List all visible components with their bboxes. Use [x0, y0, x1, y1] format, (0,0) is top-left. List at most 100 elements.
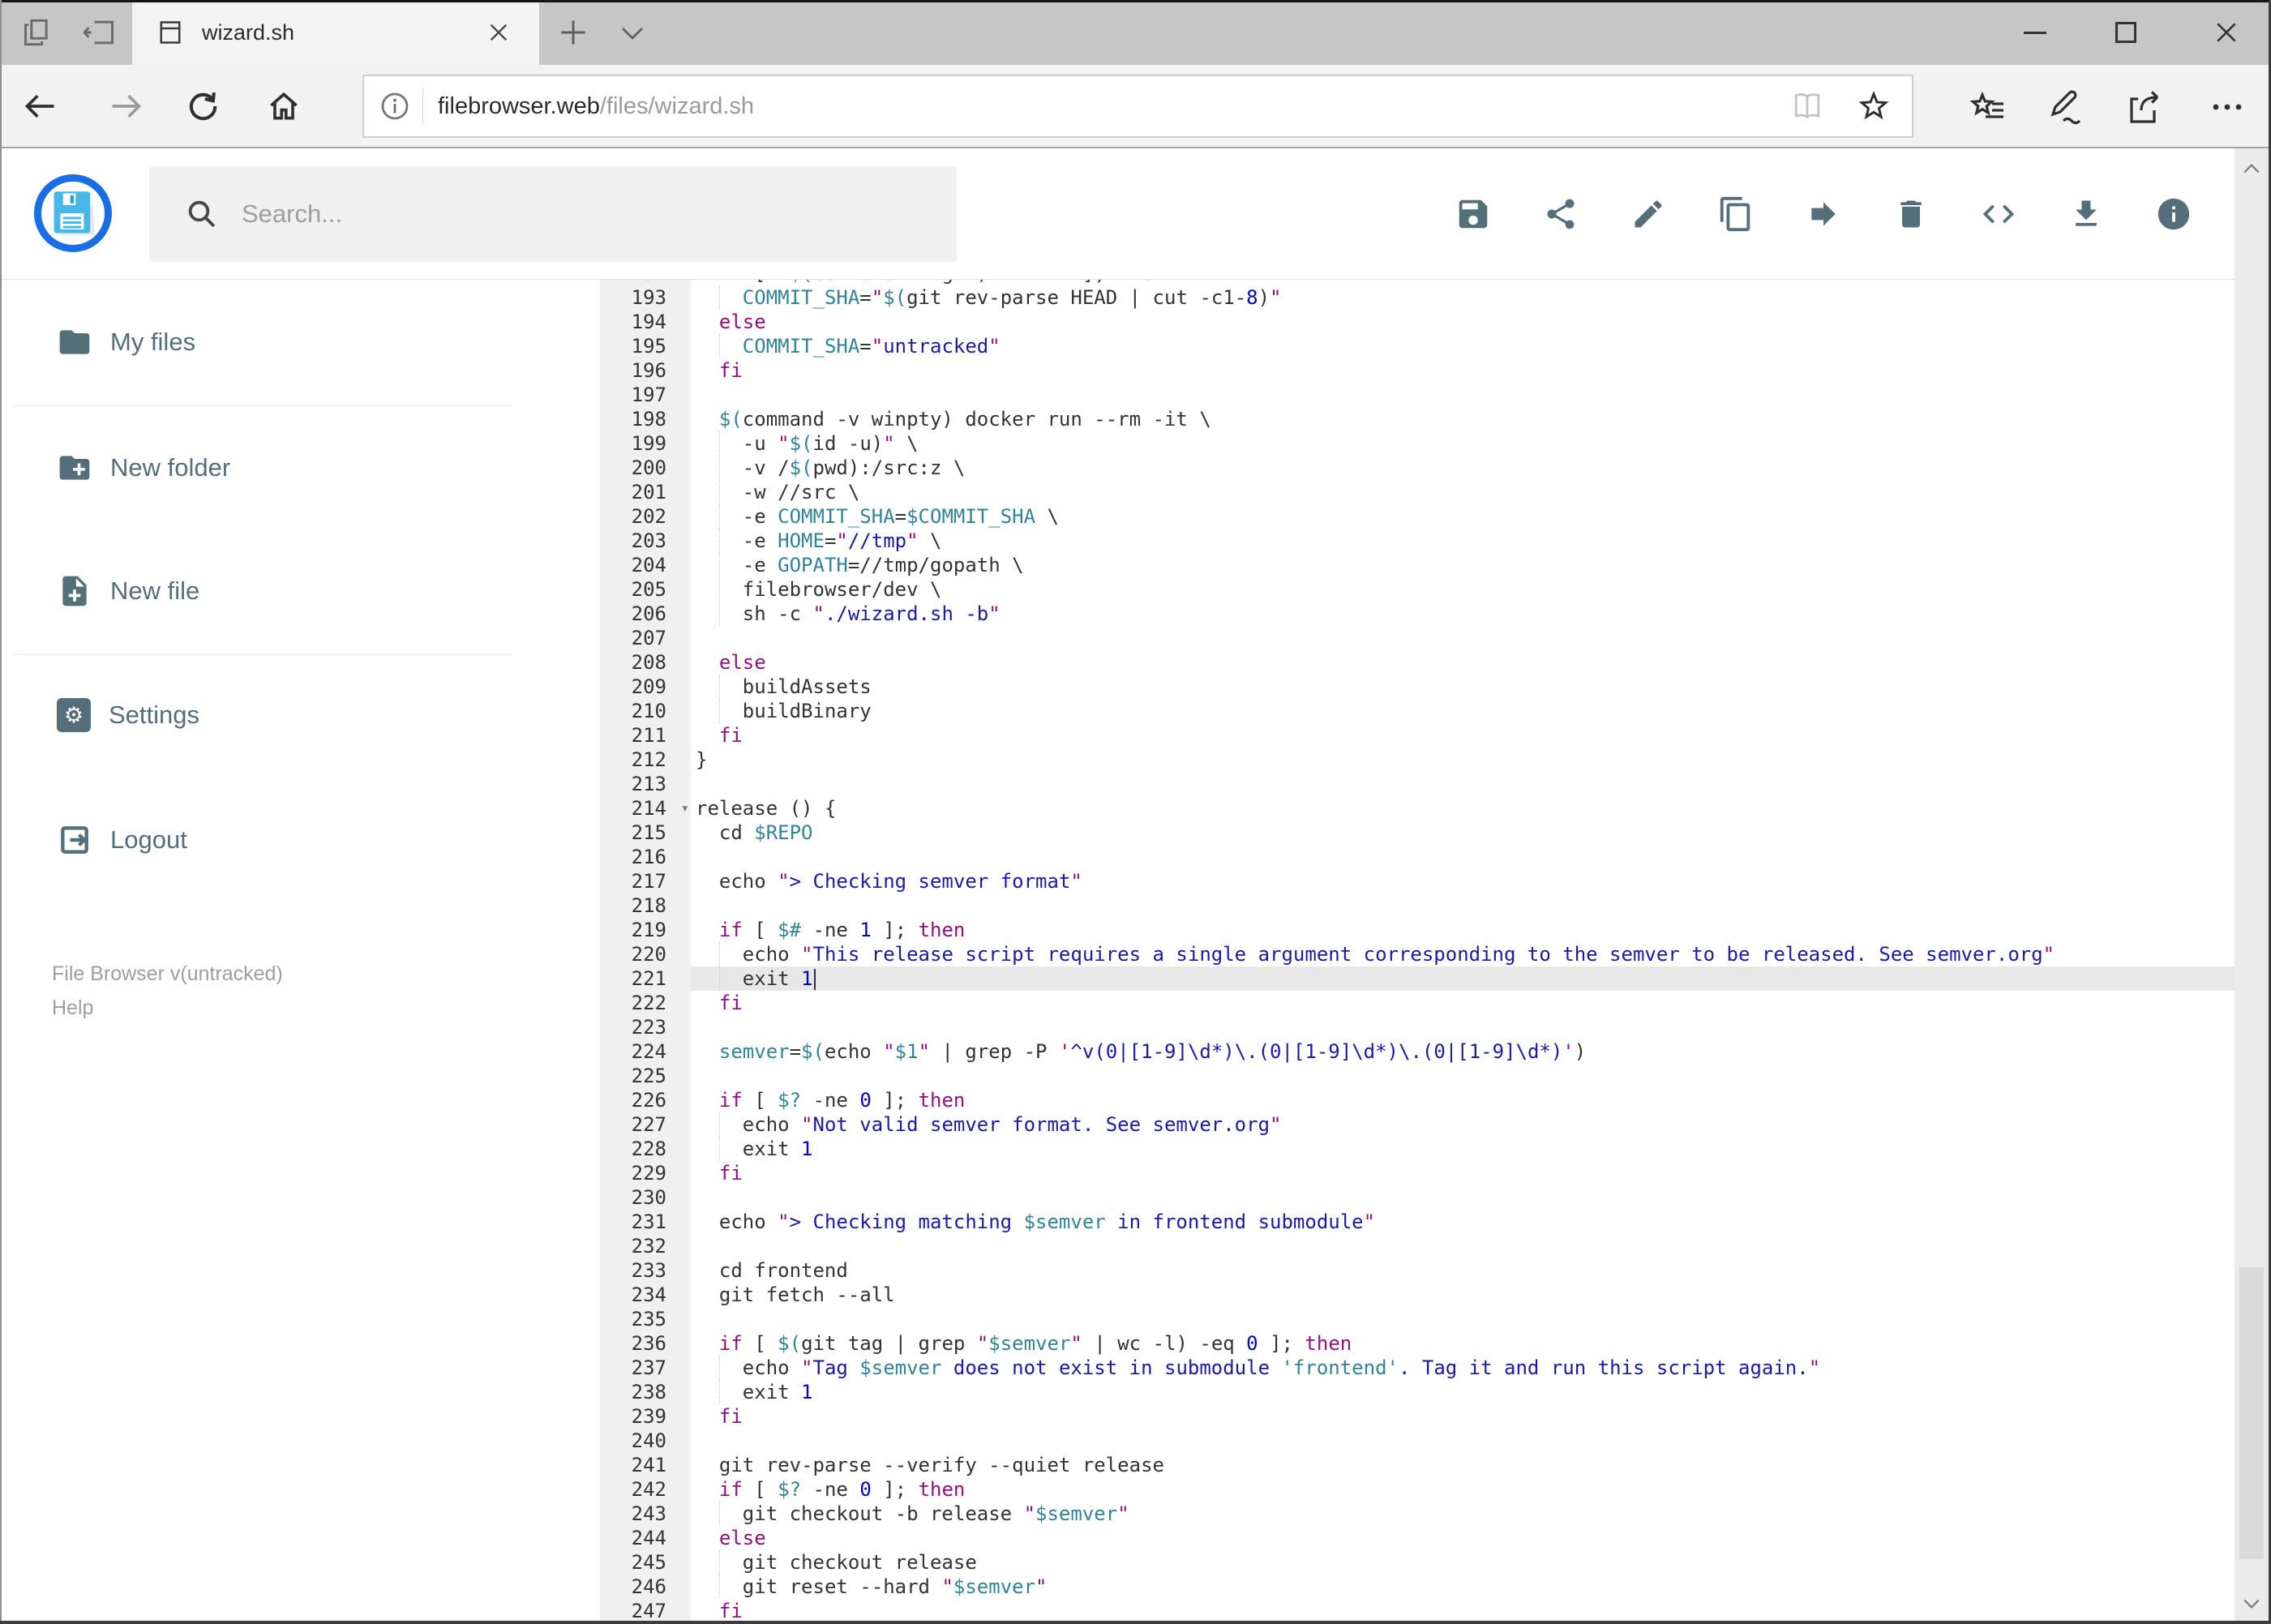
code-line[interactable]: -e COMMIT_SHA=$COMMIT_SHA \: [691, 504, 2235, 529]
code-line[interactable]: COMMIT_SHA="$(git rev-parse HEAD | cut -…: [691, 285, 2235, 310]
editor-code-area[interactable]: if [ "$(command -v git)" != "" ]; thenCO…: [691, 280, 2235, 1623]
code-line[interactable]: exit 1: [691, 966, 2235, 991]
sidebar-item-logout[interactable]: Logout: [57, 822, 187, 858]
tab-list-chevron-icon[interactable]: [618, 21, 647, 45]
code-line[interactable]: exit 1: [691, 1137, 2235, 1161]
code-editor[interactable]: 1921931941951961971981992002012022032042…: [600, 280, 2235, 1624]
back-button[interactable]: [23, 88, 58, 124]
url-text[interactable]: filebrowser.web/files/wizard.sh: [438, 93, 754, 120]
code-line[interactable]: echo "> Checking matching $semver in fro…: [691, 1210, 2235, 1234]
code-line[interactable]: filebrowser/dev \: [691, 577, 2235, 602]
copy-button[interactable]: [1716, 194, 1755, 234]
window-maximize-button[interactable]: [2097, 0, 2155, 65]
code-line[interactable]: COMMIT_SHA="untracked": [691, 334, 2235, 358]
code-line[interactable]: [691, 772, 2235, 796]
window-close-button[interactable]: [2197, 0, 2256, 65]
code-line[interactable]: git fetch --all: [691, 1283, 2235, 1307]
code-line[interactable]: [691, 626, 2235, 650]
refresh-button[interactable]: [185, 88, 221, 124]
code-line[interactable]: git rev-parse --verify --quiet release: [691, 1453, 2235, 1477]
code-line[interactable]: [691, 1234, 2235, 1258]
code-line[interactable]: sh -c "./wizard.sh -b": [691, 602, 2235, 626]
code-line[interactable]: fi: [691, 991, 2235, 1015]
code-line[interactable]: [691, 845, 2235, 869]
code-line[interactable]: cd frontend: [691, 1258, 2235, 1283]
browser-tab[interactable]: wizard.sh: [132, 0, 539, 65]
code-line[interactable]: if [ $? -ne 0 ]; then: [691, 1088, 2235, 1112]
sidebar-item-settings[interactable]: ⚙ Settings: [57, 698, 199, 732]
tab-preview-icon[interactable]: [21, 15, 57, 50]
site-info-icon[interactable]: [379, 90, 411, 122]
code-line[interactable]: buildAssets: [691, 675, 2235, 699]
code-line[interactable]: [691, 383, 2235, 407]
code-line[interactable]: if [ $(git tag | grep "$semver" | wc -l)…: [691, 1331, 2235, 1356]
code-line[interactable]: $(command -v winpty) docker run --rm -it…: [691, 407, 2235, 431]
code-line[interactable]: fi: [691, 1599, 2235, 1623]
code-line[interactable]: else: [691, 310, 2235, 334]
code-line[interactable]: fi: [691, 723, 2235, 748]
annotate-pen-icon[interactable]: [2046, 88, 2085, 126]
search-input[interactable]: [240, 199, 872, 229]
code-line[interactable]: [691, 1185, 2235, 1210]
code-line[interactable]: cd $REPO: [691, 821, 2235, 845]
delete-button[interactable]: [1892, 194, 1930, 234]
scrollbar-thumb[interactable]: [2239, 1267, 2264, 1559]
code-line[interactable]: buildBinary: [691, 699, 2235, 723]
edit-button[interactable]: [1629, 194, 1668, 234]
code-line[interactable]: if [ $? -ne 0 ]; then: [691, 1477, 2235, 1502]
info-button[interactable]: [2154, 194, 2193, 234]
fold-arrow-icon[interactable]: ▾: [681, 796, 689, 821]
help-link[interactable]: Help: [52, 991, 283, 1025]
code-line[interactable]: -u "$(id -u)" \: [691, 431, 2235, 456]
code-line[interactable]: echo "This release script requires a sin…: [691, 942, 2235, 966]
code-line[interactable]: [691, 1429, 2235, 1453]
settings-more-icon[interactable]: [2208, 88, 2247, 126]
window-minimize-button[interactable]: [2006, 0, 2064, 65]
sidebar-item-new-file[interactable]: New file: [57, 573, 199, 609]
code-line[interactable]: [691, 1064, 2235, 1088]
code-line[interactable]: release () {: [691, 796, 2235, 821]
page-scrollbar[interactable]: [2235, 148, 2269, 1624]
download-button[interactable]: [2067, 194, 2106, 234]
sidebar-item-my-files[interactable]: My files: [57, 324, 195, 360]
code-line[interactable]: [691, 1307, 2235, 1331]
sidebar-item-new-folder[interactable]: New folder: [57, 450, 230, 486]
share-page-icon[interactable]: [2125, 88, 2164, 126]
scroll-down-icon[interactable]: [2241, 1593, 2262, 1614]
address-bar[interactable]: filebrowser.web/files/wizard.sh: [362, 75, 1913, 138]
code-line[interactable]: [691, 1015, 2235, 1039]
code-line[interactable]: }: [691, 748, 2235, 772]
code-line[interactable]: -w //src \: [691, 480, 2235, 504]
code-line[interactable]: if [ "$(command -v git)" != "" ]; then: [691, 280, 2235, 285]
code-line[interactable]: if [ $# -ne 1 ]; then: [691, 918, 2235, 942]
code-line[interactable]: echo "> Checking semver format": [691, 869, 2235, 893]
code-line[interactable]: fi: [691, 1404, 2235, 1429]
search-bar[interactable]: [149, 166, 957, 262]
code-line[interactable]: git reset --hard "$semver": [691, 1575, 2235, 1599]
code-line[interactable]: git checkout release: [691, 1550, 2235, 1575]
code-line[interactable]: echo "Not valid semver format. See semve…: [691, 1112, 2235, 1137]
code-line[interactable]: fi: [691, 358, 2235, 383]
code-view-button[interactable]: [1979, 194, 2018, 234]
reading-view-icon[interactable]: [1790, 91, 1824, 122]
add-favorite-star-icon[interactable]: [1857, 89, 1891, 123]
code-line[interactable]: else: [691, 1526, 2235, 1550]
filebrowser-logo[interactable]: [34, 174, 112, 252]
set-aside-tabs-icon[interactable]: [81, 15, 117, 50]
save-button[interactable]: [1454, 194, 1493, 234]
code-line[interactable]: -e GOPATH=//tmp/gopath \: [691, 553, 2235, 577]
code-line[interactable]: -v /$(pwd):/src:z \: [691, 456, 2235, 480]
code-line[interactable]: [691, 893, 2235, 918]
scroll-up-icon[interactable]: [2241, 158, 2262, 179]
code-line[interactable]: exit 1: [691, 1380, 2235, 1404]
new-tab-button[interactable]: [555, 15, 591, 50]
code-line[interactable]: git checkout -b release "$semver": [691, 1502, 2235, 1526]
move-button[interactable]: [1804, 194, 1843, 234]
code-line[interactable]: echo "Tag $semver does not exist in subm…: [691, 1356, 2235, 1380]
code-line[interactable]: -e HOME="//tmp" \: [691, 529, 2235, 553]
favorites-hub-icon[interactable]: [1969, 88, 2007, 126]
code-line[interactable]: else: [691, 650, 2235, 675]
code-line[interactable]: fi: [691, 1161, 2235, 1185]
tab-close-icon[interactable]: [486, 19, 512, 45]
forward-button[interactable]: [108, 88, 144, 124]
